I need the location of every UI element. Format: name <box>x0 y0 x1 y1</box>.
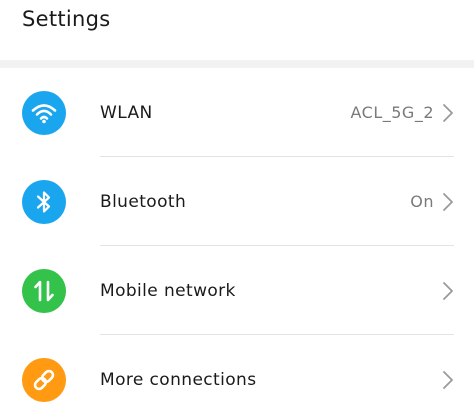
chevron-right-icon <box>443 370 453 389</box>
settings-screen: Settings WLAN ACL_5G_2 Bluetooth On Mobi… <box>0 0 474 410</box>
settings-item-label: More connections <box>100 369 257 390</box>
settings-item-label: Bluetooth <box>100 191 187 212</box>
settings-item-value: ACL_5G_2 <box>350 103 434 122</box>
bluetooth-icon <box>22 179 66 224</box>
chevron-right-icon <box>443 192 453 211</box>
header: Settings <box>0 0 474 60</box>
settings-list: WLAN ACL_5G_2 Bluetooth On Mobile networ… <box>0 68 474 410</box>
wifi-icon <box>22 90 66 135</box>
chevron-right-icon <box>443 103 453 122</box>
settings-item-value: On <box>410 192 434 211</box>
link-icon <box>22 357 66 402</box>
settings-item-wlan[interactable]: WLAN ACL_5G_2 <box>0 68 474 157</box>
mobile-data-arrows-icon <box>22 268 66 313</box>
settings-item-label: WLAN <box>100 102 153 123</box>
page-title: Settings <box>22 7 111 31</box>
settings-item-bluetooth[interactable]: Bluetooth On <box>0 157 474 246</box>
settings-item-mobile-network[interactable]: Mobile network <box>0 246 474 335</box>
settings-item-label: Mobile network <box>100 280 236 301</box>
chevron-right-icon <box>443 281 453 300</box>
section-divider <box>0 60 474 68</box>
settings-item-more-connections[interactable]: More connections <box>0 335 474 410</box>
